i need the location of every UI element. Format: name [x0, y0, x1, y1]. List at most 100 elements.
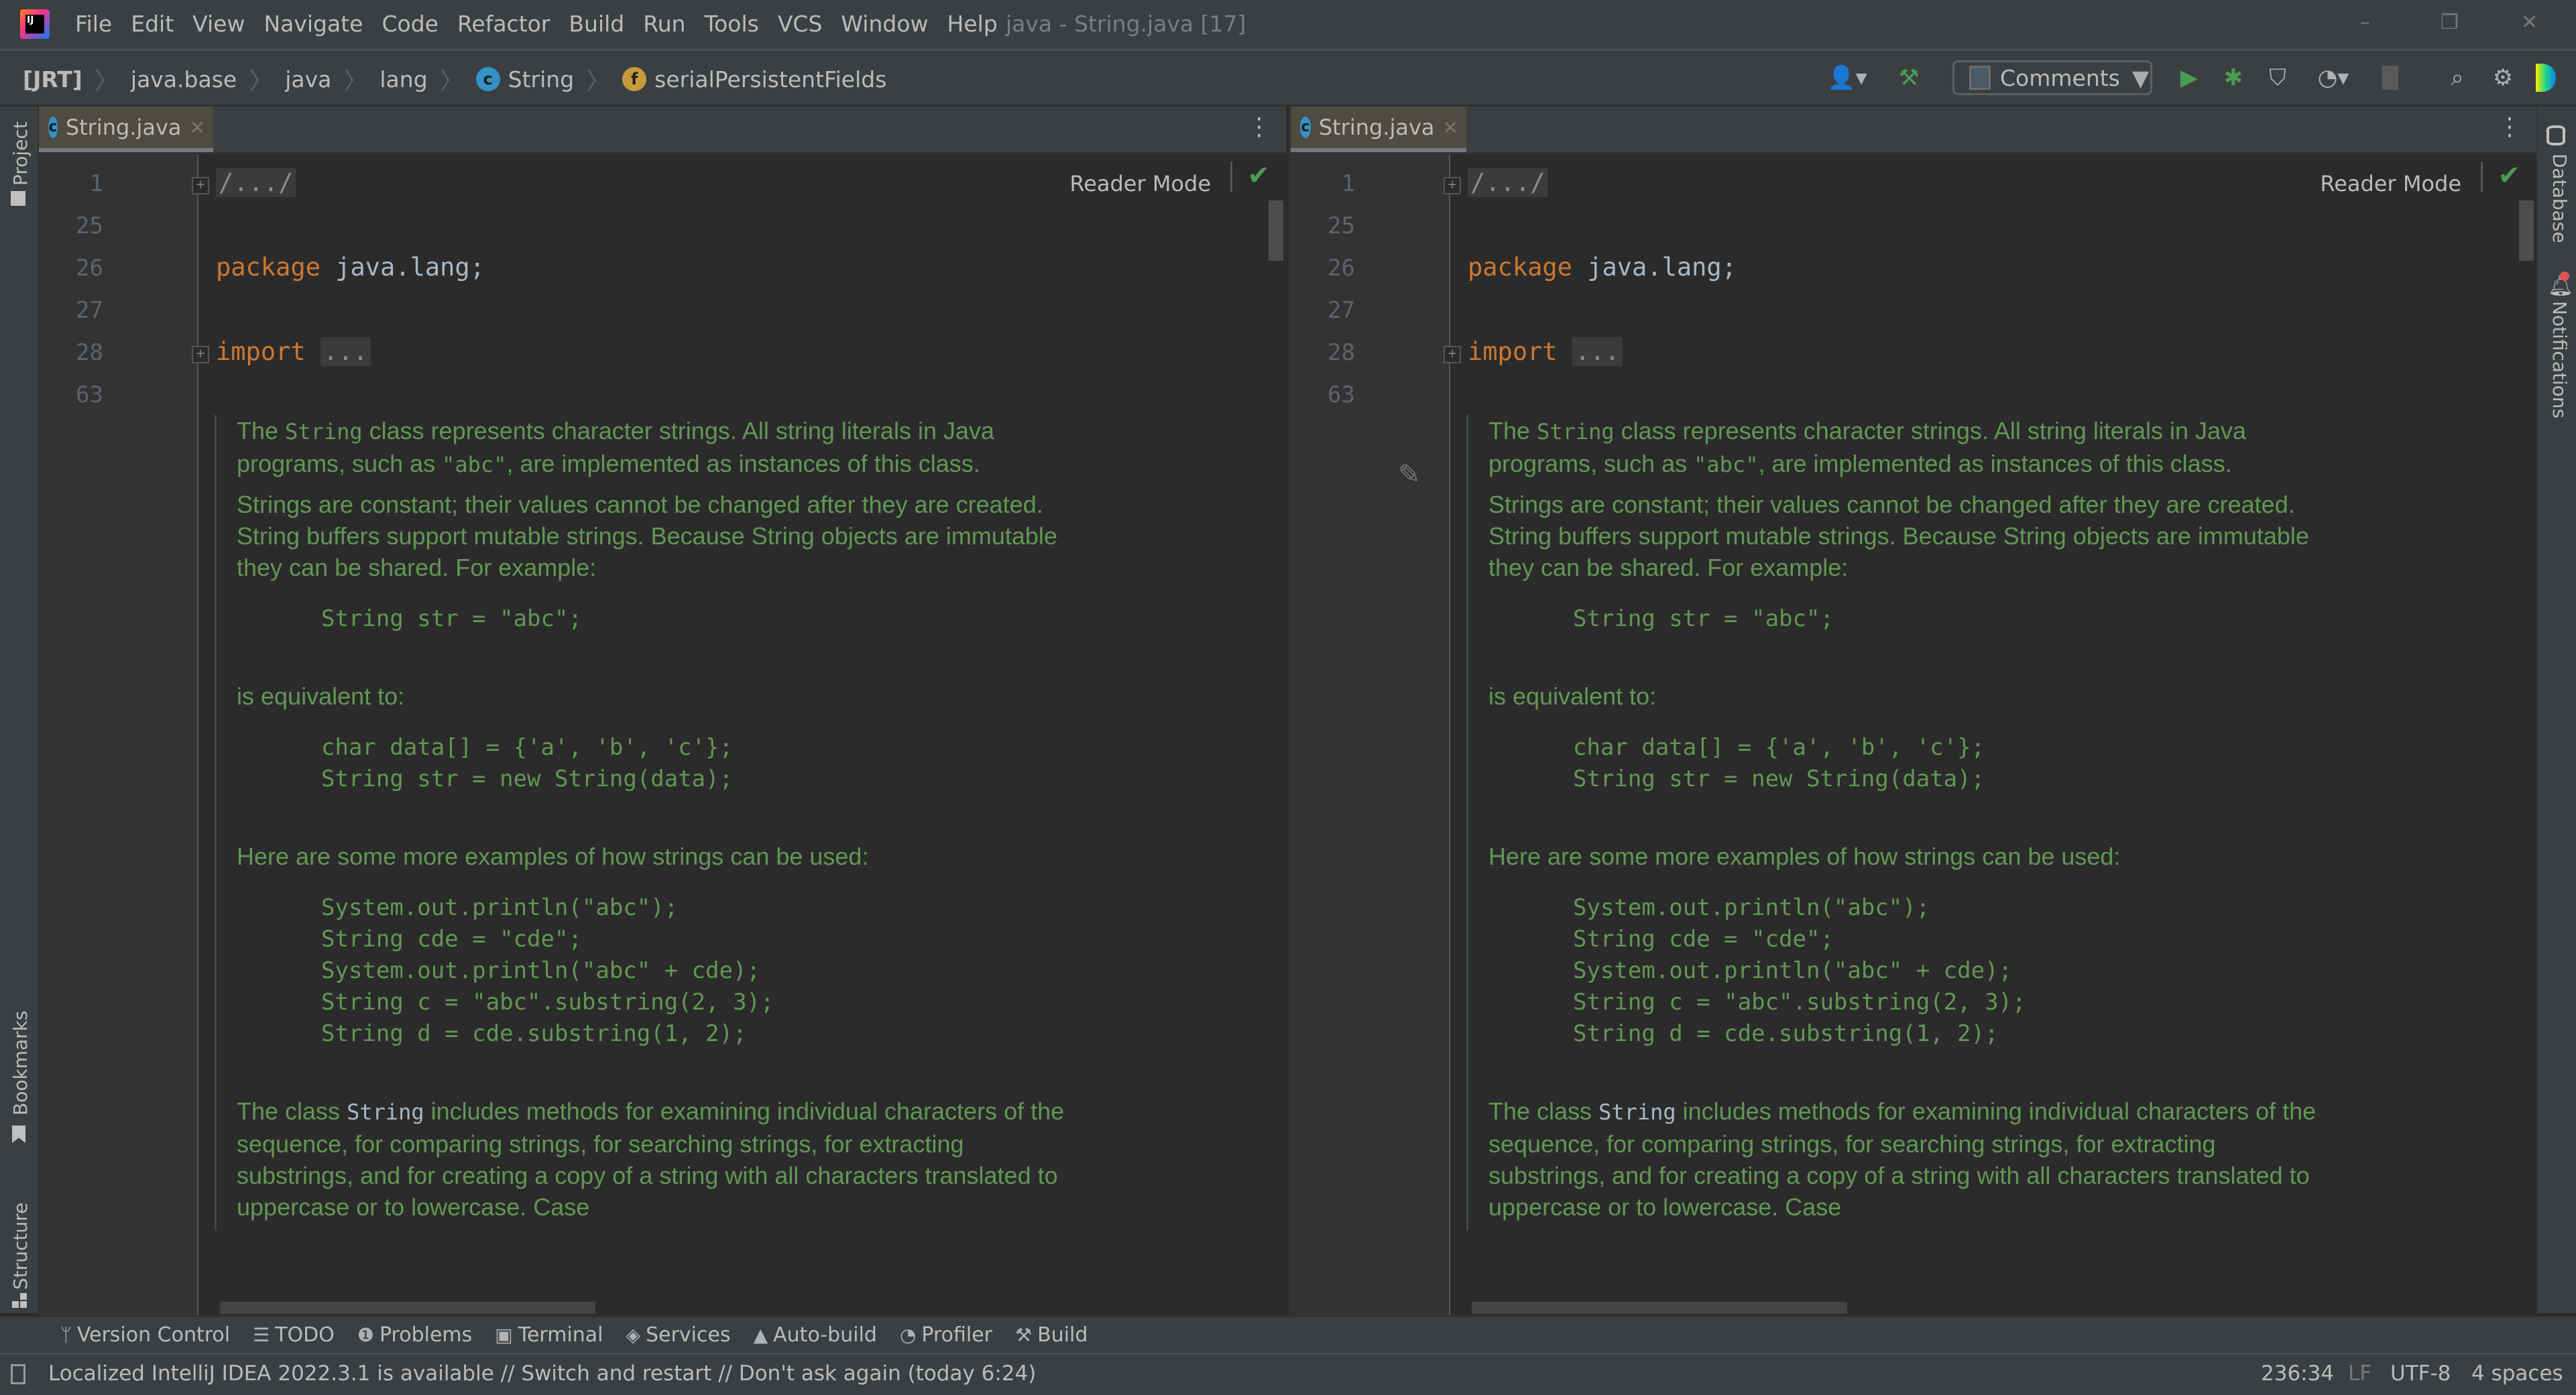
menu-file[interactable]: File: [75, 9, 112, 39]
breadcrumb-java[interactable]: java: [285, 66, 331, 93]
folded-imports[interactable]: ...: [1572, 337, 1623, 366]
editor-tab[interactable]: c String.java ✕: [1291, 107, 1466, 152]
fold-expand-icon[interactable]: +: [192, 346, 209, 363]
minimize-button[interactable]: –: [2360, 8, 2370, 38]
vertical-scrollbar[interactable]: [1269, 200, 1283, 261]
tool-build[interactable]: ⚒ Build: [1015, 1323, 1088, 1347]
menu-run[interactable]: Run: [643, 9, 685, 39]
more-options-icon[interactable]: ⋮: [1247, 113, 1271, 141]
close-tab-icon[interactable]: ✕: [190, 117, 205, 139]
editor-pane-left: c String.java ✕ ⋮ 1 25 26 27 28 63 + + /…: [39, 107, 1286, 1315]
tool-version-control[interactable]: ᛘ Version Control: [60, 1323, 230, 1347]
tool-profiler[interactable]: ◔ Profiler: [900, 1323, 992, 1347]
debug-bug-icon[interactable]: ✱: [2217, 59, 2250, 97]
fold-expand-icon[interactable]: +: [1444, 346, 1461, 363]
menu-navigate[interactable]: Navigate: [264, 9, 363, 39]
breadcrumb-string[interactable]: String: [508, 66, 574, 93]
window-title: java - String.java [17]: [1006, 11, 1246, 37]
menu-tools[interactable]: Tools: [705, 9, 759, 39]
breadcrumb-java-base[interactable]: java.base: [131, 66, 237, 93]
menu-view[interactable]: View: [192, 9, 245, 39]
project-tool-button[interactable]: Project: [9, 121, 32, 186]
code-line-26: package java.lang;: [1468, 253, 1737, 282]
more-options-icon[interactable]: ⋮: [2498, 113, 2522, 141]
check-icon[interactable]: ✔: [1247, 160, 1270, 191]
line-number: 63: [1328, 381, 1355, 408]
breadcrumb-jrt[interactable]: [JRT]: [23, 66, 82, 93]
rendered-javadoc: The String class represents character st…: [1466, 415, 2333, 1231]
code-line-1: /.../: [216, 168, 296, 197]
file-encoding[interactable]: UTF-8: [2390, 1361, 2451, 1386]
user-icon[interactable]: 👤▾: [1824, 59, 1871, 97]
line-number: 28: [76, 339, 103, 366]
menu-code[interactable]: Code: [382, 9, 438, 39]
tool-services[interactable]: ◈ Services: [626, 1323, 731, 1347]
class-icon: c: [475, 67, 500, 91]
run-config-selector[interactable]: Comments ▼: [1952, 60, 2152, 95]
notifications-tool-button[interactable]: Notifications: [2549, 301, 2571, 418]
folded-header-comment[interactable]: /.../: [1468, 168, 1548, 197]
line-number: 26: [76, 255, 103, 282]
coverage-icon[interactable]: ⛉: [2261, 59, 2294, 97]
menu-build[interactable]: Build: [569, 9, 624, 39]
vertical-scrollbar[interactable]: [2519, 200, 2534, 261]
menu-refactor[interactable]: Refactor: [457, 9, 550, 39]
tool-todo[interactable]: ☰ TODO: [253, 1323, 335, 1347]
hammer-build-icon[interactable]: ⚒: [1892, 59, 1926, 97]
menu-edit[interactable]: Edit: [131, 9, 174, 39]
tool-problems[interactable]: ❶ Problems: [357, 1323, 472, 1347]
chevron-down-icon: ▼: [2131, 64, 2150, 91]
tool-auto-build[interactable]: ▲ Auto-build: [754, 1323, 877, 1347]
fold-expand-icon[interactable]: +: [1444, 177, 1461, 194]
stop-icon[interactable]: [2380, 59, 2400, 97]
intellij-logo-icon[interactable]: IJ: [20, 9, 50, 39]
bookmark-icon: [12, 1126, 25, 1143]
run-icon[interactable]: ▶: [2172, 59, 2206, 97]
folded-imports[interactable]: ...: [320, 337, 371, 366]
close-window-button[interactable]: ✕: [2521, 8, 2538, 38]
menu-window[interactable]: Window: [841, 9, 928, 39]
class-reference-link[interactable]: String: [1598, 1099, 1676, 1125]
horizontal-scrollbar[interactable]: [220, 1302, 595, 1314]
horizontal-scrollbar[interactable]: [1472, 1302, 1847, 1314]
menu-vcs[interactable]: VCS: [778, 9, 823, 39]
folded-header-comment[interactable]: /.../: [216, 168, 296, 197]
breadcrumb-lang[interactable]: lang: [379, 66, 427, 93]
keyword: package: [1468, 253, 1572, 282]
class-icon: c: [1300, 117, 1311, 138]
indent-setting[interactable]: 4 spaces: [2471, 1361, 2563, 1386]
gear-icon[interactable]: ⚙: [2486, 59, 2520, 97]
javadoc-paragraph: Strings are constant; their values canno…: [237, 491, 1057, 581]
javadoc-paragraph: is equivalent to:: [237, 682, 405, 710]
tool-window-bar: ᛘ Version Control ☰ TODO ❶ Problems ▣ Termin…: [0, 1315, 2576, 1353]
reader-mode-toggle[interactable]: Reader Mode: [1069, 171, 1211, 196]
bookmarks-tool-button[interactable]: Bookmarks: [9, 1011, 32, 1115]
terminal-icon: ▣: [495, 1324, 513, 1346]
check-icon[interactable]: ✔: [2498, 160, 2520, 191]
class-reference-link[interactable]: String: [347, 1099, 424, 1125]
tool-terminal[interactable]: ▣ Terminal: [495, 1323, 603, 1347]
services-icon: ◈: [626, 1324, 641, 1346]
editor-tab[interactable]: c String.java ✕: [39, 107, 213, 152]
line-separator[interactable]: LF: [2348, 1361, 2372, 1386]
restore-button[interactable]: ❐: [2441, 8, 2459, 38]
breadcrumb-serial-persistent-fields[interactable]: serialPersistentFields: [654, 66, 886, 93]
javadoc-paragraph: Strings are constant; their values canno…: [1488, 491, 2309, 581]
close-tab-icon[interactable]: ✕: [1443, 117, 1458, 139]
structure-tool-button[interactable]: Structure: [9, 1203, 32, 1290]
menu-help[interactable]: Help: [947, 9, 998, 39]
javadoc-paragraph: The class String includes methods for ex…: [237, 1097, 1065, 1221]
profiler-run-icon[interactable]: ◔▾: [2306, 59, 2360, 97]
javadoc-paragraph: Here are some more examples of how strin…: [1488, 843, 2121, 870]
code-line-28: import ...: [1468, 337, 1623, 366]
jetbrains-toolbox-icon[interactable]: [2529, 59, 2563, 97]
reader-mode-toggle[interactable]: Reader Mode: [2320, 171, 2461, 196]
problems-icon: ❶: [357, 1324, 374, 1346]
database-tool-button[interactable]: Database: [2549, 154, 2571, 243]
caret-position[interactable]: 236:34: [2261, 1361, 2334, 1386]
fold-expand-icon[interactable]: +: [192, 177, 209, 194]
status-message[interactable]: Localized IntelliJ IDEA 2022.3.1 is avai…: [48, 1361, 1036, 1386]
pencil-edit-icon[interactable]: ✎: [1398, 459, 1421, 490]
search-icon[interactable]: ⌕: [2441, 59, 2474, 97]
window-toggle-icon[interactable]: [11, 1364, 25, 1384]
